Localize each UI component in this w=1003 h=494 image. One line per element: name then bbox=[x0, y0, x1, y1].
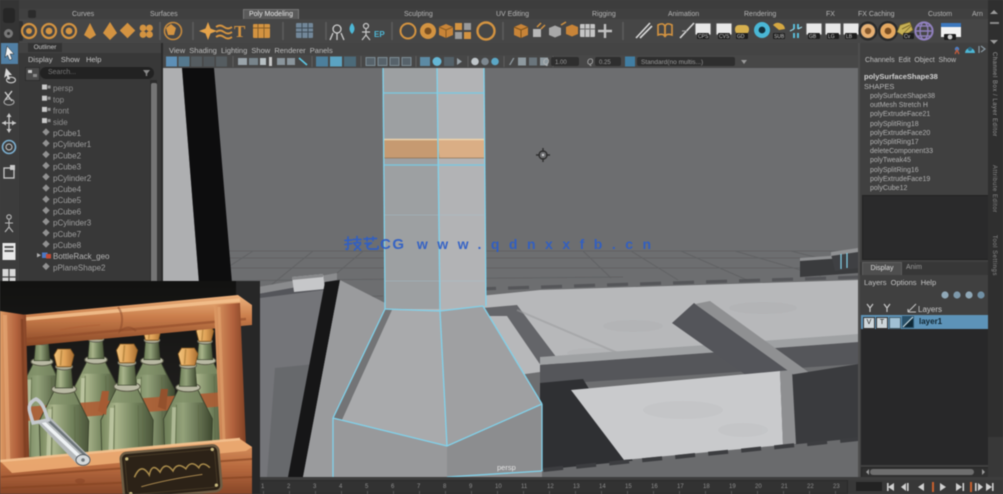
svg-text:CPS: CPS bbox=[698, 34, 709, 40]
svg-text:pPlaneShape2: pPlaneShape2 bbox=[53, 263, 106, 272]
svg-text:pCube7: pCube7 bbox=[53, 230, 82, 239]
svg-text:GB: GB bbox=[809, 34, 817, 40]
svg-text:EP: EP bbox=[374, 30, 385, 39]
svg-text:pCube2: pCube2 bbox=[53, 151, 82, 160]
svg-text:pCube3: pCube3 bbox=[53, 163, 82, 172]
svg-text:1.00: 1.00 bbox=[555, 60, 567, 66]
svg-text:top: top bbox=[53, 95, 65, 104]
svg-text:pCylinder1: pCylinder1 bbox=[53, 140, 92, 149]
svg-text:BottleRack_geo: BottleRack_geo bbox=[53, 252, 110, 261]
svg-text:pCube5: pCube5 bbox=[53, 196, 82, 205]
svg-text:pCube1: pCube1 bbox=[53, 129, 82, 138]
svg-text:Standard(no multis...): Standard(no multis...) bbox=[641, 59, 703, 66]
svg-text:persp: persp bbox=[53, 84, 74, 93]
svg-text:LG: LG bbox=[828, 34, 835, 40]
svg-text:persp: persp bbox=[497, 463, 516, 472]
svg-text:SUB: SUB bbox=[774, 34, 785, 40]
svg-text:Layers: Layers bbox=[918, 305, 942, 314]
svg-text:Q: Q bbox=[543, 58, 549, 67]
svg-text:Q: Q bbox=[587, 58, 593, 67]
svg-text:pCylinder2: pCylinder2 bbox=[53, 174, 92, 183]
svg-text:pCube4: pCube4 bbox=[53, 185, 82, 194]
svg-text:GD: GD bbox=[737, 34, 745, 40]
svg-text:front: front bbox=[53, 107, 70, 116]
svg-text:LB: LB bbox=[846, 34, 853, 40]
svg-text:T: T bbox=[234, 22, 246, 41]
svg-text:pCube6: pCube6 bbox=[53, 207, 82, 216]
svg-text:pCube8: pCube8 bbox=[53, 241, 82, 250]
svg-text:0.25: 0.25 bbox=[599, 60, 611, 66]
svg-text:pCylinder3: pCylinder3 bbox=[53, 219, 92, 228]
svg-text:Cv: Cv bbox=[904, 34, 911, 40]
svg-text:side: side bbox=[53, 118, 68, 127]
svg-text:CVS: CVS bbox=[719, 34, 730, 40]
